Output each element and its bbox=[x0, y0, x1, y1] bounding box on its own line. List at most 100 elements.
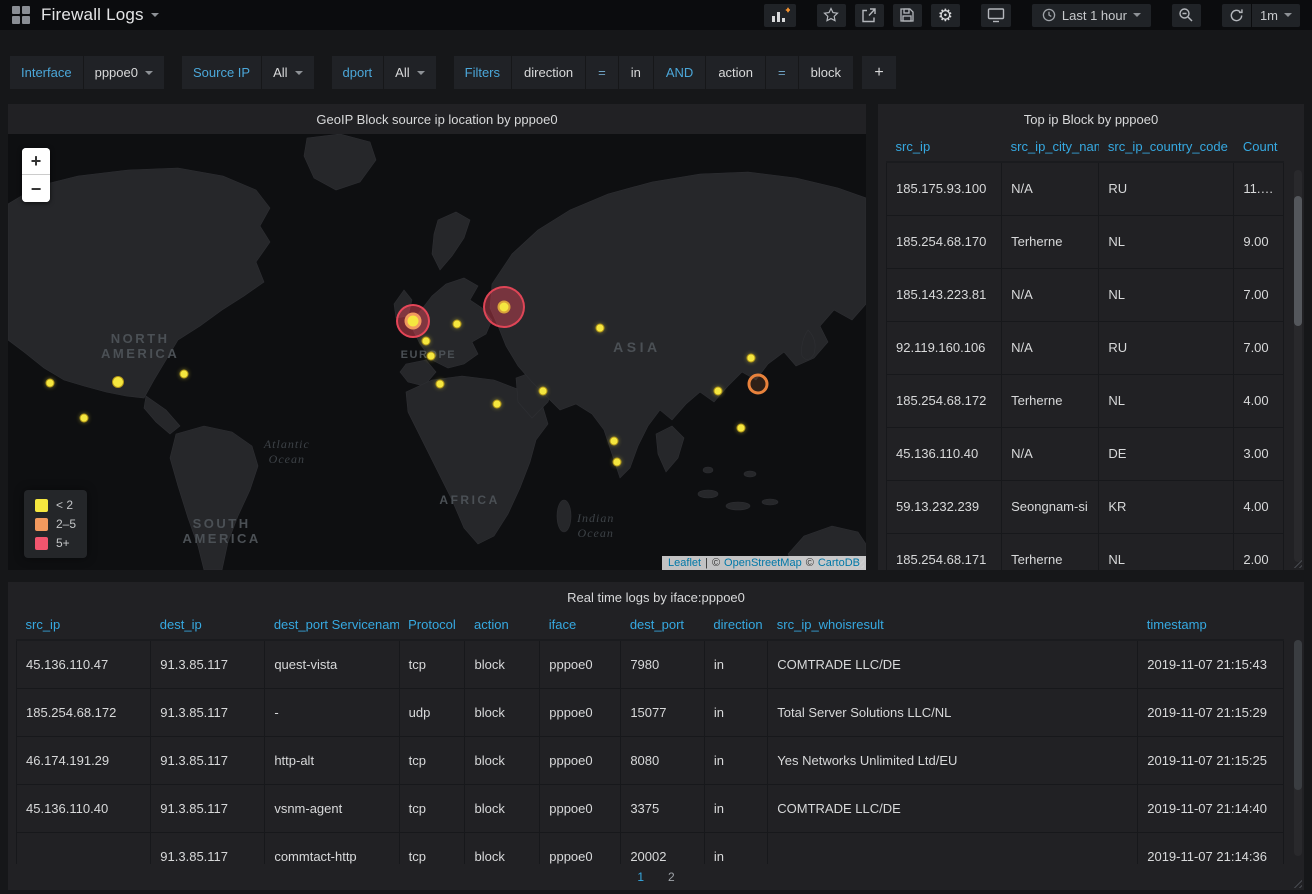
add-panel-button[interactable] bbox=[764, 4, 796, 27]
map-marker[interactable] bbox=[46, 378, 55, 387]
column-header[interactable]: direction bbox=[704, 612, 767, 640]
map-marker[interactable] bbox=[714, 386, 723, 395]
map-marker[interactable] bbox=[421, 337, 430, 346]
dashboard-title-dropdown[interactable]: Firewall Logs bbox=[41, 5, 159, 25]
map-marker[interactable] bbox=[179, 369, 188, 378]
star-dashboard-button[interactable] bbox=[817, 4, 846, 27]
top-ip-table: src_ipsrc_ip_city_namesrc_ip_country_cod… bbox=[886, 134, 1284, 570]
column-header[interactable]: src_ip bbox=[17, 612, 151, 640]
map-marker[interactable] bbox=[613, 457, 622, 466]
legend-swatch bbox=[35, 518, 48, 531]
map-marker[interactable] bbox=[747, 373, 768, 394]
map-marker[interactable] bbox=[483, 286, 525, 328]
table-body: 45.136.110.47 91.3.85.117 quest-vista tc… bbox=[17, 640, 1284, 864]
cell-whois-result: Total Server Solutions LLC/NL bbox=[768, 688, 1138, 736]
scrollbar-thumb[interactable] bbox=[1294, 640, 1302, 790]
scrollbar-thumb[interactable] bbox=[1294, 196, 1302, 326]
column-header[interactable]: action bbox=[465, 612, 540, 640]
adhoc-segment[interactable]: direction bbox=[512, 56, 586, 89]
cell-action: block bbox=[465, 688, 540, 736]
refresh-button[interactable] bbox=[1222, 4, 1251, 27]
gear-icon: ⚙ bbox=[938, 7, 953, 24]
panel-title[interactable]: Real time logs by iface:pppoe0 bbox=[8, 582, 1304, 612]
cell-src-ip: 185.143.223.81 bbox=[887, 268, 1002, 321]
zoom-in-button[interactable]: + bbox=[22, 148, 50, 175]
map-marker[interactable] bbox=[80, 413, 89, 422]
map-marker[interactable] bbox=[396, 304, 430, 338]
variable-value-dropdown[interactable]: All bbox=[384, 56, 435, 89]
map-marker[interactable] bbox=[539, 386, 548, 395]
column-header[interactable]: dest_ip bbox=[151, 612, 265, 640]
adhoc-segment[interactable]: = bbox=[766, 56, 799, 89]
time-range-picker[interactable]: Last 1 hour bbox=[1032, 4, 1151, 27]
add-filter-button[interactable]: + bbox=[862, 56, 896, 89]
map-marker[interactable] bbox=[435, 379, 444, 388]
adhoc-filters-label: Filters bbox=[454, 56, 512, 89]
leaflet-link[interactable]: Leaflet bbox=[668, 557, 701, 569]
map-marker[interactable] bbox=[747, 354, 756, 363]
adhoc-segment[interactable]: in bbox=[619, 56, 654, 89]
column-header[interactable]: dest_port Servicename bbox=[265, 612, 399, 640]
column-header[interactable]: Count bbox=[1234, 134, 1284, 162]
cell-iface: pppoe0 bbox=[540, 688, 621, 736]
copyright-symbol: © bbox=[712, 557, 720, 569]
page-number[interactable]: 1 bbox=[637, 870, 644, 884]
legend-label: < 2 bbox=[56, 498, 73, 512]
cell-src-ip: 46.174.191.29 bbox=[17, 736, 151, 784]
cell-src-ip: 185.254.68.172 bbox=[887, 374, 1002, 427]
adhoc-segment[interactable]: = bbox=[586, 56, 619, 89]
adhoc-segment[interactable]: block bbox=[799, 56, 854, 89]
refresh-interval-dropdown[interactable]: 1m bbox=[1251, 4, 1300, 27]
map-marker[interactable] bbox=[493, 399, 502, 408]
clock-icon bbox=[1042, 8, 1056, 22]
zoom-out-time-button[interactable] bbox=[1172, 4, 1201, 27]
map-marker[interactable] bbox=[452, 320, 461, 329]
scrollbar-track[interactable] bbox=[1294, 640, 1302, 856]
variable-value-dropdown[interactable]: pppoe0 bbox=[84, 56, 164, 89]
share-dashboard-button[interactable] bbox=[855, 4, 884, 27]
chevron-down-icon bbox=[417, 71, 425, 75]
cell-protocol: tcp bbox=[399, 640, 465, 688]
adhoc-segment[interactable]: action bbox=[706, 56, 766, 89]
map-marker[interactable] bbox=[426, 351, 435, 360]
attribution-separator: | bbox=[705, 557, 708, 569]
zoom-out-button[interactable]: − bbox=[22, 175, 50, 202]
column-header[interactable]: Protocol bbox=[399, 612, 465, 640]
variable-value-dropdown[interactable]: All bbox=[262, 56, 313, 89]
world-map[interactable]: NORTH AMERICA EUROPE ASIA AFRICA SOUTH A… bbox=[8, 134, 866, 570]
page-number[interactable]: 2 bbox=[668, 870, 675, 884]
dashboard-settings-button[interactable]: ⚙ bbox=[931, 4, 960, 27]
cell-protocol: tcp bbox=[399, 736, 465, 784]
column-header[interactable]: dest_port bbox=[621, 612, 705, 640]
cartodb-link[interactable]: CartoDB bbox=[818, 557, 860, 569]
cell-src-ip: 185.175.93.100 bbox=[887, 162, 1002, 215]
column-header[interactable]: src_ip_city_name bbox=[1002, 134, 1099, 162]
map-marker[interactable] bbox=[736, 423, 745, 432]
chevron-down-icon bbox=[1133, 13, 1141, 17]
column-header[interactable]: iface bbox=[540, 612, 621, 640]
adhoc-segments: direction = in AND action = block bbox=[512, 56, 854, 89]
panel-title[interactable]: Top ip Block by pppoe0 bbox=[878, 104, 1304, 134]
column-header[interactable]: src_ip bbox=[887, 134, 1002, 162]
scrollbar-track[interactable] bbox=[1294, 170, 1302, 562]
column-header[interactable]: timestamp bbox=[1138, 612, 1284, 640]
time-range-label: Last 1 hour bbox=[1062, 8, 1127, 23]
map-marker[interactable] bbox=[112, 376, 124, 388]
map-marker[interactable] bbox=[596, 324, 605, 333]
cell-dest-port: 3375 bbox=[621, 784, 705, 832]
save-dashboard-button[interactable] bbox=[893, 4, 922, 27]
apps-menu-icon[interactable] bbox=[12, 6, 30, 24]
adhoc-segment[interactable]: AND bbox=[654, 56, 706, 89]
map-continents bbox=[8, 134, 866, 570]
pagination: 1 2 bbox=[8, 864, 1304, 890]
template-variable: dport All bbox=[332, 56, 436, 89]
column-header[interactable]: src_ip_country_code bbox=[1099, 134, 1234, 162]
refresh-controls: 1m bbox=[1222, 4, 1300, 27]
openstreetmap-link[interactable]: OpenStreetMap bbox=[724, 557, 802, 569]
tv-mode-button[interactable] bbox=[981, 4, 1011, 27]
column-header[interactable]: src_ip_whoisresult bbox=[768, 612, 1138, 640]
map-marker[interactable] bbox=[609, 436, 618, 445]
panel-top-ip-block: Top ip Block by pppoe0 src_ipsrc_ip_city… bbox=[878, 104, 1304, 570]
panel-title[interactable]: GeoIP Block source ip location by pppoe0 bbox=[8, 104, 866, 134]
cell-iface: pppoe0 bbox=[540, 640, 621, 688]
